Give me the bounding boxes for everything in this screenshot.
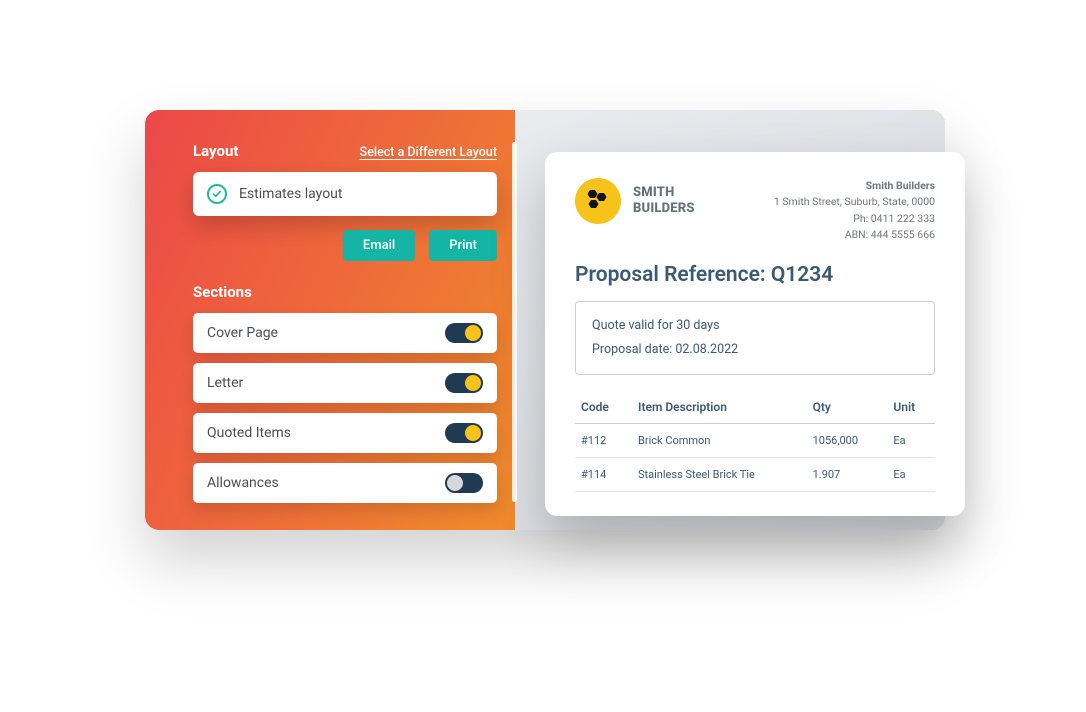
app-stage: Layout Select a Different Layout Estimat… — [145, 110, 945, 530]
brand-name-line1: SMITH — [633, 185, 695, 201]
cell-code: #112 — [575, 423, 630, 457]
section-row-cover-page: Cover Page — [193, 313, 497, 353]
cell-qty: 1.907 — [805, 457, 886, 491]
table-row: #112 Brick Common 1056,000 Ea — [575, 423, 935, 457]
email-button[interactable]: Email — [343, 230, 415, 261]
layout-title: Layout — [193, 142, 238, 160]
section-label: Quoted Items — [207, 425, 291, 441]
quote-meta-box: Quote valid for 30 days Proposal date: 0… — [575, 301, 935, 375]
section-toggle[interactable] — [445, 323, 483, 343]
th-qty: Qty — [805, 395, 886, 424]
quote-date: Proposal date: 02.08.2022 — [592, 338, 918, 362]
section-label: Cover Page — [207, 325, 278, 341]
section-label: Letter — [207, 375, 243, 391]
table-header-row: Code Item Description Qty Unit — [575, 395, 935, 424]
company-address: 1 Smith Street, Suburb, State, 0000 — [774, 194, 935, 210]
sections-title: Sections — [193, 283, 497, 301]
scrollbar[interactable] — [512, 142, 517, 502]
action-bar: Email Print — [193, 230, 497, 261]
section-label: Allowances — [207, 475, 279, 491]
layout-select[interactable]: Estimates layout — [193, 172, 497, 216]
layout-header: Layout Select a Different Layout — [193, 142, 497, 160]
section-row-allowances: Allowances — [193, 463, 497, 503]
company-meta: Smith Builders 1 Smith Street, Suburb, S… — [774, 178, 935, 243]
section-toggle[interactable] — [445, 473, 483, 493]
brand-name-line2: BUILDERS — [633, 201, 695, 217]
proposal-document: SMITH BUILDERS Smith Builders 1 Smith St… — [545, 152, 965, 516]
company-abn: ABN: 444 5555 666 — [774, 227, 935, 243]
th-code: Code — [575, 395, 630, 424]
config-panel: Layout Select a Different Layout Estimat… — [145, 110, 515, 530]
table-row: #114 Stainless Steel Brick Tie 1.907 Ea — [575, 457, 935, 491]
brand-logo-icon — [575, 178, 621, 224]
cell-unit: Ea — [885, 423, 935, 457]
brand: SMITH BUILDERS — [575, 178, 695, 224]
company-name: Smith Builders — [774, 178, 935, 194]
print-button[interactable]: Print — [429, 230, 497, 261]
th-unit: Unit — [885, 395, 935, 424]
items-table: Code Item Description Qty Unit #112 Bric… — [575, 395, 935, 492]
section-row-letter: Letter — [193, 363, 497, 403]
doc-header: SMITH BUILDERS Smith Builders 1 Smith St… — [575, 178, 935, 243]
company-phone: Ph: 0411 222 333 — [774, 211, 935, 227]
proposal-title: Proposal Reference: Q1234 — [575, 263, 935, 287]
cell-unit: Ea — [885, 457, 935, 491]
quote-validity: Quote valid for 30 days — [592, 314, 918, 338]
th-desc: Item Description — [630, 395, 805, 424]
check-icon — [207, 184, 227, 204]
cell-desc: Brick Common — [630, 423, 805, 457]
section-toggle[interactable] — [445, 423, 483, 443]
section-row-quoted-items: Quoted Items — [193, 413, 497, 453]
section-toggle[interactable] — [445, 373, 483, 393]
change-layout-link[interactable]: Select a Different Layout — [360, 145, 497, 160]
layout-select-value: Estimates layout — [239, 186, 342, 202]
cell-desc: Stainless Steel Brick Tie — [630, 457, 805, 491]
cell-code: #114 — [575, 457, 630, 491]
cell-qty: 1056,000 — [805, 423, 886, 457]
brand-name: SMITH BUILDERS — [633, 185, 695, 216]
